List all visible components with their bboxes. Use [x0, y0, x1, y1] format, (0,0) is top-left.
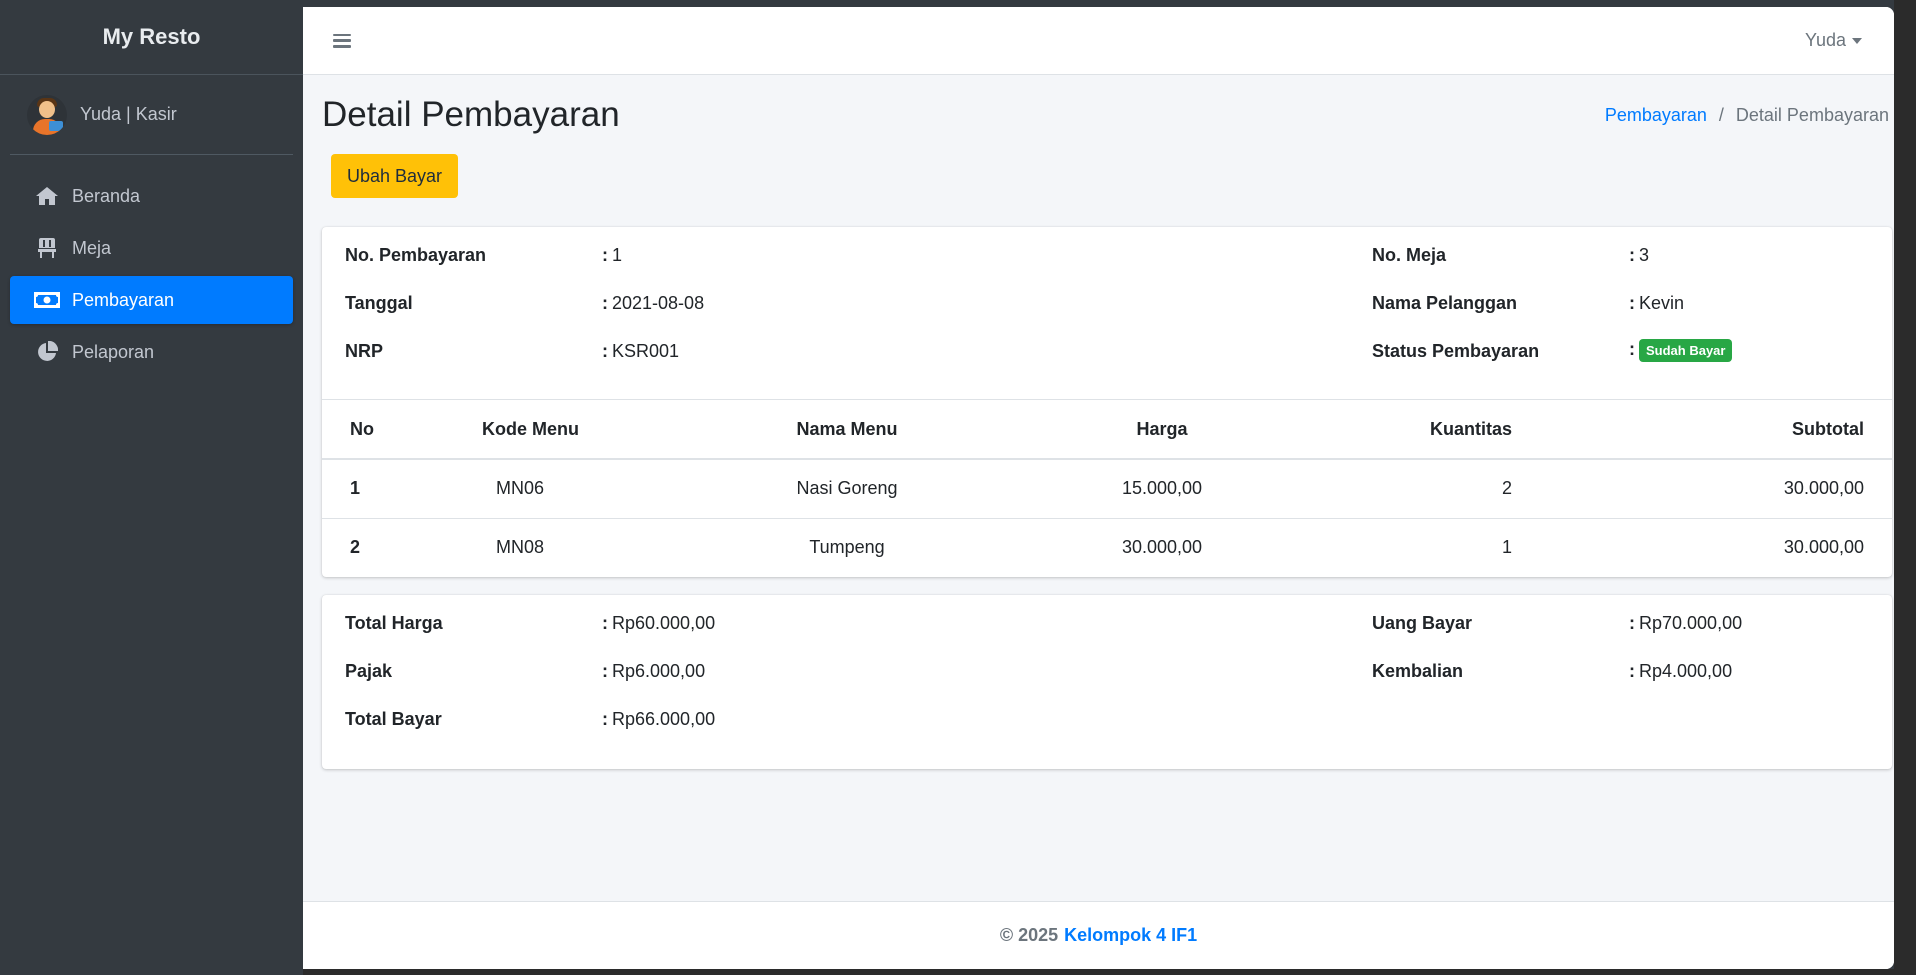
- window-edge: [1894, 0, 1916, 975]
- user-dropdown-label: Yuda: [1804, 30, 1846, 50]
- value-total-harga: : Rp60.000,00: [602, 613, 716, 633]
- cell-kuantitas: 1: [1501, 537, 1512, 558]
- brand-link[interactable]: My Resto: [0, 0, 303, 75]
- breadcrumb-link-pembayaran[interactable]: Pembayaran: [1605, 105, 1707, 126]
- label-nama-pelanggan: Nama Pelanggan: [1372, 293, 1518, 313]
- column-header-kode-menu: Kode Menu: [472, 400, 632, 460]
- page-footer: © 2025 Kelompok 4 IF1: [303, 901, 1894, 969]
- table-header-row: No Kode Menu Nama Menu Harga Kuantitas S…: [322, 400, 1892, 460]
- sidebar-nav: Beranda Meja Pembayaran Pelaporan: [0, 172, 303, 376]
- cell-harga: 15.000,00: [1062, 459, 1262, 519]
- cell-subtotal: 30.000,00: [1783, 537, 1864, 558]
- label-kembalian: Kembalian: [1372, 661, 1464, 681]
- label-pajak: Pajak: [345, 661, 393, 681]
- label-no-pembayaran: No. Pembayaran: [345, 245, 487, 265]
- column-header-nama-menu: Nama Menu: [632, 400, 1062, 460]
- breadcrumb-current: Detail Pembayaran: [1735, 104, 1889, 125]
- avatar: [27, 94, 67, 135]
- caret-down-icon: [1852, 37, 1862, 44]
- sidebar-item-label: Beranda: [72, 185, 141, 206]
- sidebar-item-beranda[interactable]: Beranda: [10, 172, 293, 220]
- value-uang-bayar: : Rp70.000,00: [1629, 613, 1743, 633]
- order-items-table: No Kode Menu Nama Menu Harga Kuantitas S…: [322, 399, 1892, 577]
- cell-kuantitas: 2: [1262, 459, 1542, 519]
- breadcrumb: Pembayaran / Detail Pembayaran: [1605, 105, 1889, 126]
- brand-text: My Resto: [102, 24, 201, 49]
- user-name[interactable]: Yuda | Kasir: [80, 104, 177, 125]
- cell-no: 1: [322, 459, 472, 519]
- cell-no: 2: [350, 537, 361, 558]
- value-kembalian: : Rp4.000,00: [1629, 661, 1733, 681]
- home-icon: [34, 185, 60, 207]
- label-uang-bayar: Uang Bayar: [1372, 613, 1473, 633]
- sidebar-item-pelaporan[interactable]: Pelaporan: [10, 328, 293, 376]
- value-tanggal: :2021-08-08: [602, 293, 705, 313]
- label-no-meja: No. Meja: [1372, 245, 1447, 265]
- user-dropdown[interactable]: Yuda: [1805, 30, 1862, 51]
- value-no-meja: :3: [1629, 245, 1650, 265]
- menu-toggle-icon[interactable]: [331, 32, 353, 50]
- value-total-bayar: : Rp66.000,00: [602, 709, 716, 729]
- sidebar-item-pembayaran[interactable]: Pembayaran: [10, 276, 293, 324]
- label-status-pembayaran: Status Pembayaran: [1372, 341, 1540, 361]
- cell-harga: 30.000,00: [1121, 537, 1203, 558]
- chair-icon: [34, 237, 60, 259]
- table-row: 1 MN06 Nasi Goreng 15.000,00 2 30.000,00: [322, 459, 1892, 519]
- column-header-harga: Harga: [1062, 400, 1262, 460]
- status-badge: Sudah Bayar: [1639, 339, 1733, 362]
- sidebar-item-label: Meja: [72, 237, 112, 258]
- cell-nama-menu: Nasi Goreng: [632, 459, 1062, 519]
- label-total-bayar: Total Bayar: [345, 709, 442, 729]
- footer-copyright: © 2025: [999, 925, 1059, 945]
- value-pajak: : Rp6.000,00: [602, 661, 706, 681]
- pie-chart-icon: [34, 341, 60, 363]
- cell-kode-menu: MN08: [496, 537, 545, 558]
- sidebar-item-label: Pelaporan: [72, 341, 155, 362]
- sidebar-item-meja[interactable]: Meja: [10, 224, 293, 272]
- edit-payment-button[interactable]: Ubah Bayar: [331, 154, 459, 198]
- value-nrp: : KSR001: [602, 341, 680, 361]
- value-no-pembayaran: :1: [602, 245, 623, 265]
- money-bill-icon: [34, 289, 60, 311]
- cell-kode-menu: MN06: [472, 459, 632, 519]
- content-header: Detail Pembayaran Pembayaran / Detail Pe…: [303, 75, 1894, 155]
- user-panel: Yuda | Kasir: [10, 75, 293, 155]
- label-total-harga: Total Harga: [345, 613, 443, 633]
- cell-subtotal: 30.000,00: [1542, 459, 1892, 519]
- value-nama-pelanggan: : Kevin: [1629, 293, 1685, 313]
- payment-summary-card: Total Harga : Rp60.000,00 Pajak : Rp6.000,…: [322, 595, 1892, 769]
- main-content: Yuda Detail Pembayaran Pembayaran / Deta…: [303, 7, 1894, 969]
- top-navbar: Yuda: [303, 7, 1894, 75]
- column-header-subtotal: Subtotal: [1542, 400, 1892, 460]
- breadcrumb-separator: /: [1718, 104, 1724, 125]
- column-header-no: No: [322, 400, 472, 460]
- footer-team-link[interactable]: Kelompok 4 IF1: [1064, 925, 1197, 946]
- sidebar: My Resto Yuda | Kasir Beranda Meja Pemba…: [0, 0, 303, 975]
- column-header-kuantitas: Kuantitas: [1262, 400, 1542, 460]
- cell-nama-menu: Tumpeng: [809, 537, 885, 558]
- table-row: 2 MN08 Tumpeng 30.000,00 1 30.000,00: [322, 518, 1892, 577]
- page-title: Detail Pembayaran: [322, 95, 620, 134]
- payment-detail-card: No. Pembayaran :1 Tanggal :2021-08-08 NR…: [322, 227, 1892, 577]
- label-tanggal: Tanggal: [345, 293, 413, 313]
- window-edge: [303, 969, 1916, 975]
- value-status-pembayaran: : Sudah Bayar: [1629, 339, 1733, 362]
- label-nrp: NRP: [345, 341, 384, 361]
- sidebar-item-label: Pembayaran: [72, 289, 175, 310]
- app-window: My Resto Yuda | Kasir Beranda Meja Pemba…: [0, 0, 1916, 975]
